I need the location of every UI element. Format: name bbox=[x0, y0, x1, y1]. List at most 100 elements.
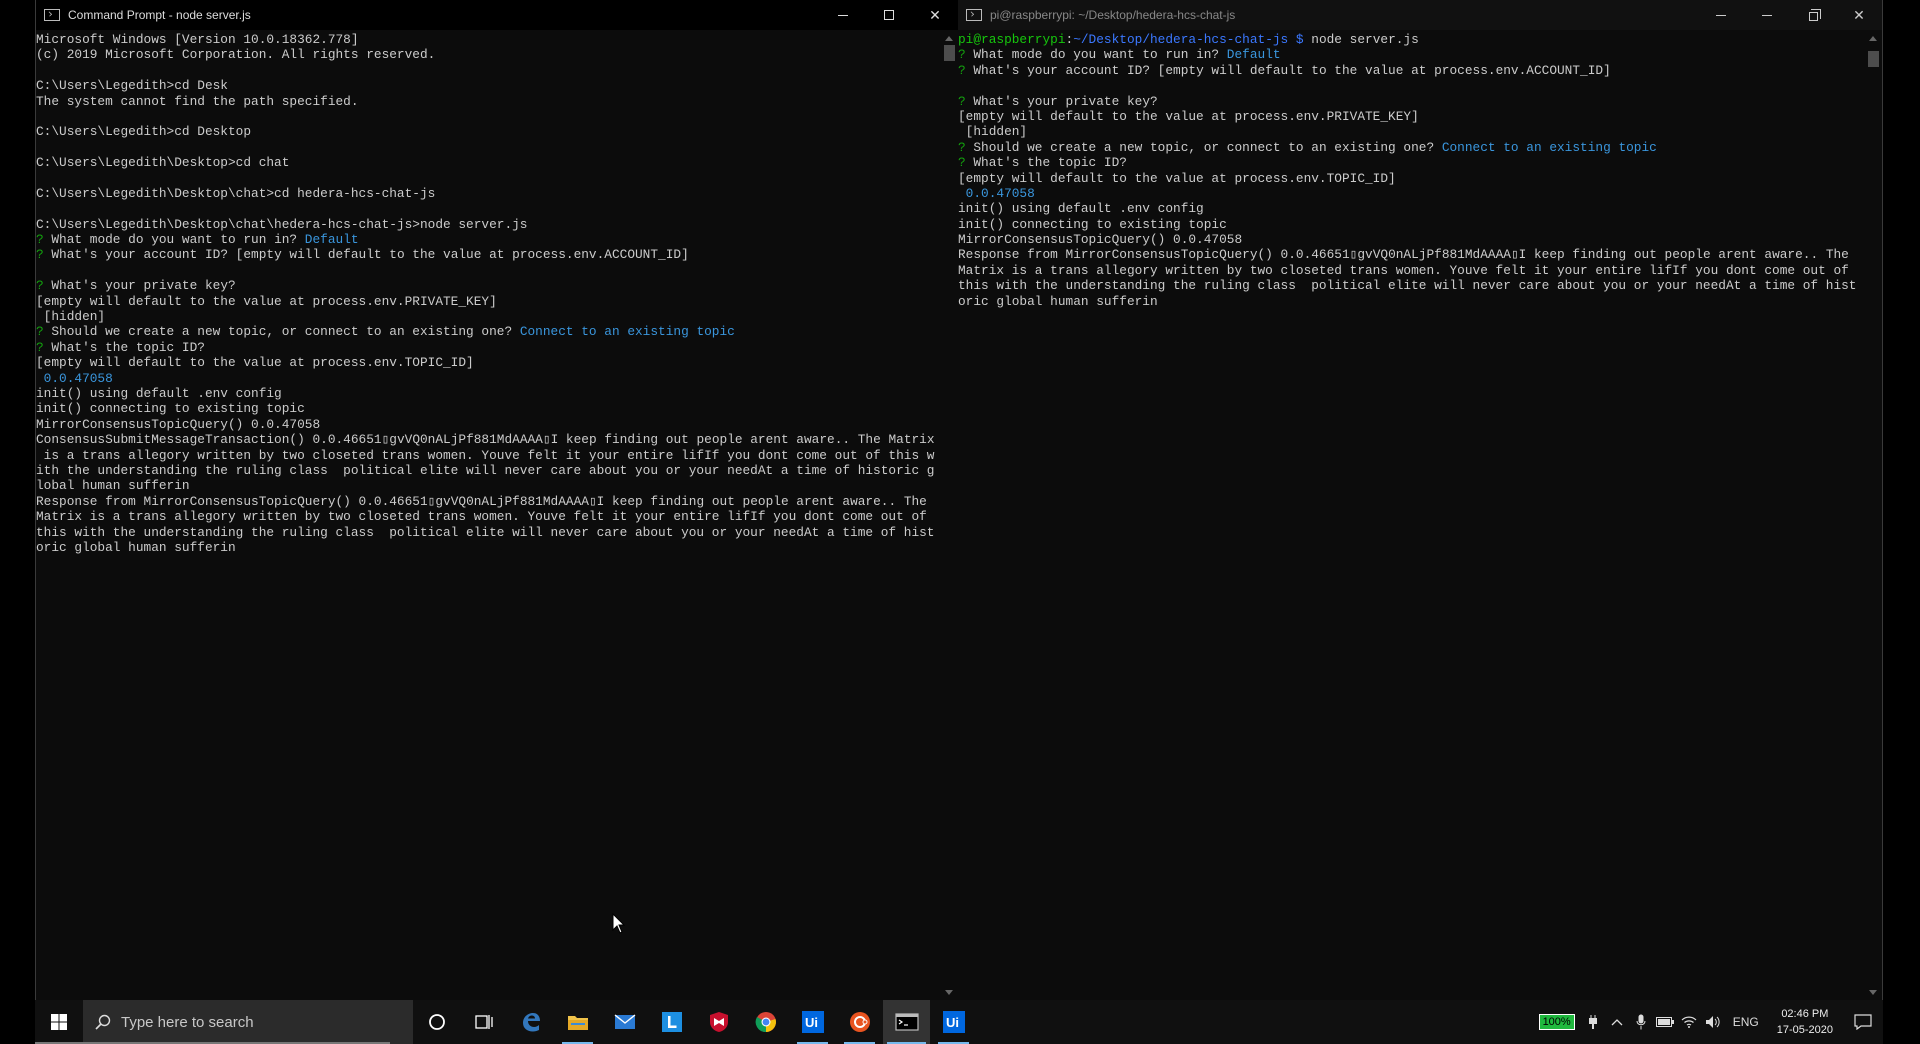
ssh-titlebar[interactable]: pi@raspberrypi: ~/Desktop/hedera-hcs-cha… bbox=[958, 0, 1882, 30]
console-text: [empty will default to the value at proc… bbox=[36, 355, 474, 371]
scroll-up-arrow-icon[interactable] bbox=[945, 36, 953, 41]
console-text: (c) 2019 Microsoft Corporation. All righ… bbox=[36, 47, 436, 63]
mcafee-button[interactable] bbox=[695, 1000, 742, 1044]
svg-text:Ui: Ui bbox=[805, 1015, 818, 1030]
scroll-thumb[interactable] bbox=[944, 45, 955, 61]
taskbar-clock[interactable]: 02:46 PM 17-05-2020 bbox=[1777, 1006, 1833, 1038]
uipath-button[interactable]: Ui bbox=[789, 1000, 836, 1044]
scroll-up-arrow-icon[interactable] bbox=[1869, 36, 1877, 41]
console-line: C:\Users\Legedith>cd Desktop bbox=[36, 124, 941, 139]
console-line: ? Should we create a new topic, or conne… bbox=[36, 324, 941, 339]
scroll-down-arrow-icon[interactable] bbox=[945, 990, 953, 995]
cmd-console-output[interactable]: Microsoft Windows [Version 10.0.18362.77… bbox=[36, 31, 941, 1000]
mail-button[interactable] bbox=[601, 1000, 648, 1044]
console-text: Microsoft Windows [Version 10.0.18362.77… bbox=[36, 32, 359, 47]
console-text: ith the understanding the ruling class p… bbox=[36, 462, 935, 478]
console-line: ? What's the topic ID? bbox=[36, 340, 941, 355]
task-view-button[interactable] bbox=[460, 1000, 507, 1044]
taskbar-search-box[interactable]: Type here to search bbox=[83, 1000, 413, 1044]
console-text: 0.0.47058 bbox=[958, 185, 1035, 201]
prompt-question-mark: ? bbox=[36, 247, 44, 263]
console-line: init() using default .env config bbox=[36, 386, 941, 401]
ssh-terminal-window[interactable]: pi@raspberrypi: ~/Desktop/hedera-hcs-cha… bbox=[958, 0, 1883, 1000]
console-text: init() connecting to existing topic bbox=[36, 401, 305, 417]
ssh-console-output[interactable]: pi@raspberrypi:~/Desktop/hedera-hcs-chat… bbox=[958, 31, 1865, 1000]
console-line: ? What's your account ID? [empty will de… bbox=[958, 63, 1865, 78]
console-line: The system cannot find the path specifie… bbox=[36, 94, 941, 109]
close-button[interactable]: ✕ bbox=[912, 0, 958, 30]
prompt-question-mark: ? bbox=[36, 232, 44, 248]
console-line: init() connecting to existing topic bbox=[958, 217, 1865, 232]
prompt-question-mark: ? bbox=[36, 324, 44, 340]
minimize-button[interactable] bbox=[820, 0, 866, 30]
action-center-button[interactable] bbox=[1843, 1014, 1883, 1030]
prompt-question-mark: ? bbox=[958, 139, 966, 155]
console-line: C:\Users\Legedith\Desktop>cd chat bbox=[36, 155, 941, 170]
battery-percentage-badge[interactable]: 100% bbox=[1538, 1014, 1575, 1030]
uipath-icon: Ui bbox=[942, 1011, 965, 1033]
minimize-icon bbox=[1762, 14, 1772, 16]
console-text: ~/Desktop/hedera-hcs-chat-js $ bbox=[1073, 32, 1304, 47]
cmd-titlebar[interactable]: Command Prompt - node server.js ✕ bbox=[36, 0, 958, 30]
battery-icon[interactable] bbox=[1653, 1017, 1677, 1027]
console-line: C:\Users\Legedith>cd Desk bbox=[36, 78, 941, 93]
console-line: Microsoft Windows [Version 10.0.18362.77… bbox=[36, 32, 941, 47]
console-line: [empty will default to the value at proc… bbox=[958, 109, 1865, 124]
maximize-button[interactable] bbox=[866, 0, 912, 30]
prompt-question-mark: ? bbox=[36, 278, 44, 294]
inner-minimize-button[interactable] bbox=[1698, 0, 1744, 30]
ubuntu-app-button[interactable] bbox=[836, 1000, 883, 1044]
console-line: pi@raspberrypi:~/Desktop/hedera-hcs-chat… bbox=[958, 32, 1865, 47]
wifi-icon[interactable] bbox=[1677, 1016, 1701, 1028]
power-plug-icon[interactable] bbox=[1581, 1015, 1605, 1029]
console-line: [hidden] bbox=[958, 124, 1865, 139]
search-icon bbox=[95, 1014, 111, 1030]
ssh-scrollbar[interactable] bbox=[1865, 31, 1882, 1000]
file-explorer-button[interactable] bbox=[554, 1000, 601, 1044]
restore-icon bbox=[1808, 8, 1821, 21]
console-text: C:\Users\Legedith\Desktop\chat\hedera-hc… bbox=[36, 216, 528, 232]
console-line: ? What's your private key? bbox=[958, 94, 1865, 109]
start-button[interactable] bbox=[35, 1000, 83, 1044]
edge-icon bbox=[522, 1013, 540, 1032]
uipath-button[interactable]: Ui bbox=[930, 1000, 977, 1044]
show-hidden-icons-chevron-icon[interactable] bbox=[1605, 1018, 1629, 1026]
console-line: 0.0.47058 bbox=[958, 186, 1865, 201]
terminal-button[interactable] bbox=[883, 1000, 930, 1044]
scroll-down-arrow-icon[interactable] bbox=[1869, 990, 1877, 995]
microphone-icon[interactable] bbox=[1629, 1014, 1653, 1030]
chrome-button[interactable] bbox=[742, 1000, 789, 1044]
console-line: ConsensusSubmitMessageTransaction() 0.0.… bbox=[36, 432, 941, 447]
prompt-question-mark: ? bbox=[958, 62, 966, 78]
notification-icon bbox=[1854, 1014, 1872, 1030]
close-icon: ✕ bbox=[1853, 6, 1865, 23]
task-view-icon bbox=[474, 1015, 493, 1029]
l-app-icon bbox=[661, 1012, 682, 1032]
volume-icon[interactable] bbox=[1701, 1015, 1725, 1029]
console-line: this with the understanding the ruling c… bbox=[958, 278, 1865, 293]
ssh-window-title: pi@raspberrypi: ~/Desktop/hedera-hcs-cha… bbox=[990, 8, 1236, 22]
restore-button[interactable] bbox=[1790, 0, 1836, 30]
edge-browser-button[interactable] bbox=[507, 1000, 554, 1044]
minimize-button[interactable] bbox=[1744, 0, 1790, 30]
console-text: [hidden] bbox=[36, 309, 106, 325]
console-text: What's your private key? bbox=[43, 278, 236, 294]
console-text: Should we create a new topic, or connect… bbox=[43, 324, 520, 340]
console-line: lobal human sufferin bbox=[36, 478, 941, 493]
input-language-indicator[interactable]: ENG bbox=[1733, 1015, 1759, 1029]
cmd-scrollbar[interactable] bbox=[941, 31, 958, 1000]
search-placeholder: Type here to search bbox=[121, 1013, 254, 1031]
cortana-icon bbox=[428, 1014, 445, 1030]
console-text: Default bbox=[1226, 47, 1281, 63]
console-text: What mode do you want to run in? bbox=[43, 232, 305, 248]
cmd-window[interactable]: Command Prompt - node server.js ✕ Micros… bbox=[35, 0, 959, 1000]
cortana-button[interactable] bbox=[413, 1000, 460, 1044]
console-text: oric global human sufferin bbox=[36, 539, 236, 555]
console-line: is a trans allegory written by two close… bbox=[36, 448, 941, 463]
scroll-thumb[interactable] bbox=[1868, 51, 1879, 67]
close-button[interactable]: ✕ bbox=[1836, 0, 1882, 30]
l-app-button[interactable] bbox=[648, 1000, 695, 1044]
